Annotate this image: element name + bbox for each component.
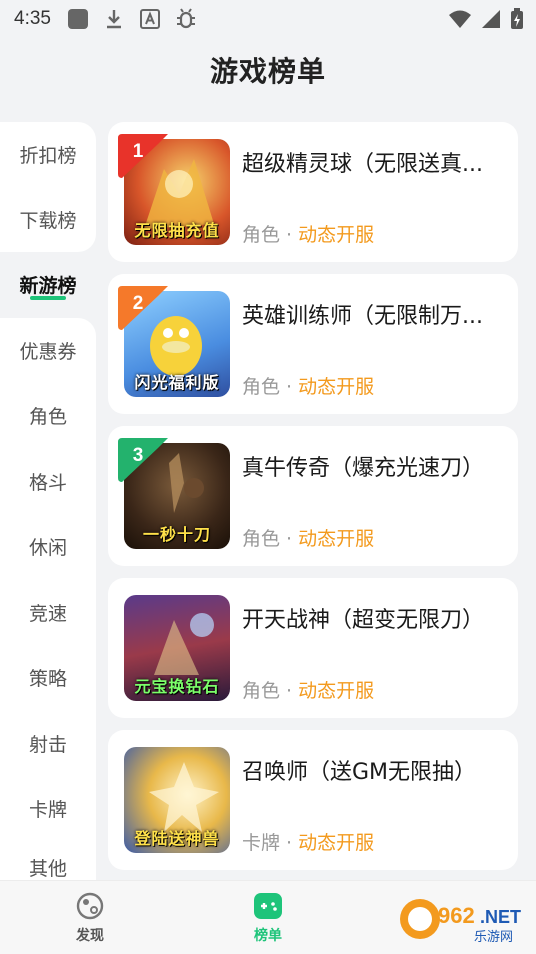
- game-meta: 角色 · 动态开服: [242, 676, 374, 703]
- game-title: 英雄训练师（无限制万...: [242, 304, 483, 329]
- status-time: 4:35: [14, 8, 51, 29]
- sidebar-item-strategy[interactable]: 策略: [0, 657, 96, 697]
- rank-badge: 1: [118, 134, 170, 178]
- game-card[interactable]: 一秒十刀 3 真牛传奇（爆充光速刀） 角色 · 动态开服: [108, 426, 518, 566]
- sidebar-item-coupons[interactable]: 优惠券: [0, 330, 96, 370]
- active-indicator: [30, 296, 66, 300]
- bug-icon: [175, 8, 197, 30]
- game-category: 角色: [242, 224, 281, 246]
- game-category: 角色: [242, 376, 281, 398]
- nav-rankings-label: 榜单: [254, 928, 282, 944]
- rank-badge: 2: [118, 286, 170, 330]
- thumbnail-caption: 闪光福利版: [134, 373, 220, 392]
- meta-separator: ·: [286, 376, 293, 398]
- game-title: 召唤师（送GM无限抽）: [242, 760, 477, 785]
- status-right-icons: [448, 8, 524, 30]
- app-icon: [67, 8, 89, 30]
- server-tag: 动态开服: [298, 376, 375, 398]
- server-tag: 动态开服: [298, 224, 375, 246]
- watermark-logo: 962 .NET 乐游网: [398, 893, 530, 945]
- game-title: 超级精灵球（无限送真...: [242, 152, 483, 177]
- nav-discover-label: 发现: [76, 928, 104, 944]
- server-tag: 动态开服: [298, 528, 375, 550]
- game-category: 角色: [242, 528, 281, 550]
- sidebar-item-other[interactable]: 其他: [0, 854, 96, 880]
- sidebar-item-role[interactable]: 角色: [0, 395, 96, 435]
- server-tag: 动态开服: [298, 832, 375, 854]
- game-thumbnail: 登陆送神兽: [124, 747, 230, 853]
- sidebar-item-cards[interactable]: 卡牌: [0, 788, 96, 828]
- sidebar-item-casual[interactable]: 休闲: [0, 526, 96, 566]
- svg-text:.NET: .NET: [480, 907, 521, 927]
- game-meta: 角色 · 动态开服: [242, 524, 374, 551]
- game-card[interactable]: 无限抽充值 1 超级精灵球（无限送真... 角色 · 动态开服: [108, 122, 518, 262]
- meta-separator: ·: [286, 680, 293, 702]
- game-title: 真牛传奇（爆充光速刀）: [242, 456, 485, 481]
- game-meta: 卡牌 · 动态开服: [242, 828, 374, 855]
- game-card[interactable]: 元宝换钻石 开天战神（超变无限刀） 角色 · 动态开服: [108, 578, 518, 718]
- game-title: 开天战神（超变无限刀）: [242, 608, 485, 633]
- thumbnail-caption: 登陆送神兽: [134, 829, 220, 848]
- game-meta: 角色 · 动态开服: [242, 220, 374, 247]
- thumbnail-caption: 一秒十刀: [142, 525, 211, 544]
- svg-text:乐游网: 乐游网: [474, 930, 513, 945]
- thumbnail-caption: 无限抽充值: [134, 221, 220, 240]
- rank-number: 2: [132, 293, 144, 314]
- sidebar-item-discount[interactable]: 折扣榜: [0, 134, 96, 174]
- rank-number: 1: [132, 141, 144, 162]
- meta-separator: ·: [286, 832, 293, 854]
- category-sidebar: 折扣榜 下载榜 新游榜 优惠券 角色 格斗 休闲 竞速 策略 射击 卡牌 其他: [0, 120, 96, 898]
- status-bar: 4:35: [0, 0, 536, 38]
- signal-icon: [482, 10, 500, 28]
- gamepad-icon: [254, 893, 282, 919]
- sidebar-item-fighting[interactable]: 格斗: [0, 461, 96, 501]
- game-card[interactable]: 登陆送神兽 召唤师（送GM无限抽） 卡牌 · 动态开服: [108, 730, 518, 870]
- server-tag: 动态开服: [298, 680, 375, 702]
- sidebar-item-racing[interactable]: 竞速: [0, 592, 96, 632]
- game-card[interactable]: 闪光福利版 2 英雄训练师（无限制万... 角色 · 动态开服: [108, 274, 518, 414]
- game-meta: 角色 · 动态开服: [242, 372, 374, 399]
- svg-text:962: 962: [438, 903, 475, 928]
- wifi-icon: [449, 10, 471, 28]
- meta-separator: ·: [286, 528, 293, 550]
- game-category: 角色: [242, 680, 281, 702]
- meta-separator: ·: [286, 224, 293, 246]
- game-thumbnail: 元宝换钻石: [124, 595, 230, 701]
- font-icon: [139, 8, 161, 30]
- thumbnail-caption: 元宝换钻石: [134, 677, 220, 696]
- nav-discover[interactable]: 发现: [50, 891, 130, 951]
- download-icon: [103, 8, 125, 30]
- game-category: 卡牌: [242, 832, 281, 854]
- rank-number: 3: [132, 445, 144, 466]
- rank-badge: 3: [118, 438, 170, 482]
- sidebar-item-shooting[interactable]: 射击: [0, 723, 96, 763]
- sidebar-item-download[interactable]: 下载榜: [0, 199, 96, 239]
- bottom-nav: 发现 榜单 962 .NET 乐游网: [0, 880, 536, 954]
- discover-icon: [76, 892, 104, 920]
- page-title: 游戏榜单: [209, 55, 326, 88]
- nav-rankings[interactable]: 榜单: [228, 891, 308, 951]
- battery-icon: [511, 8, 523, 29]
